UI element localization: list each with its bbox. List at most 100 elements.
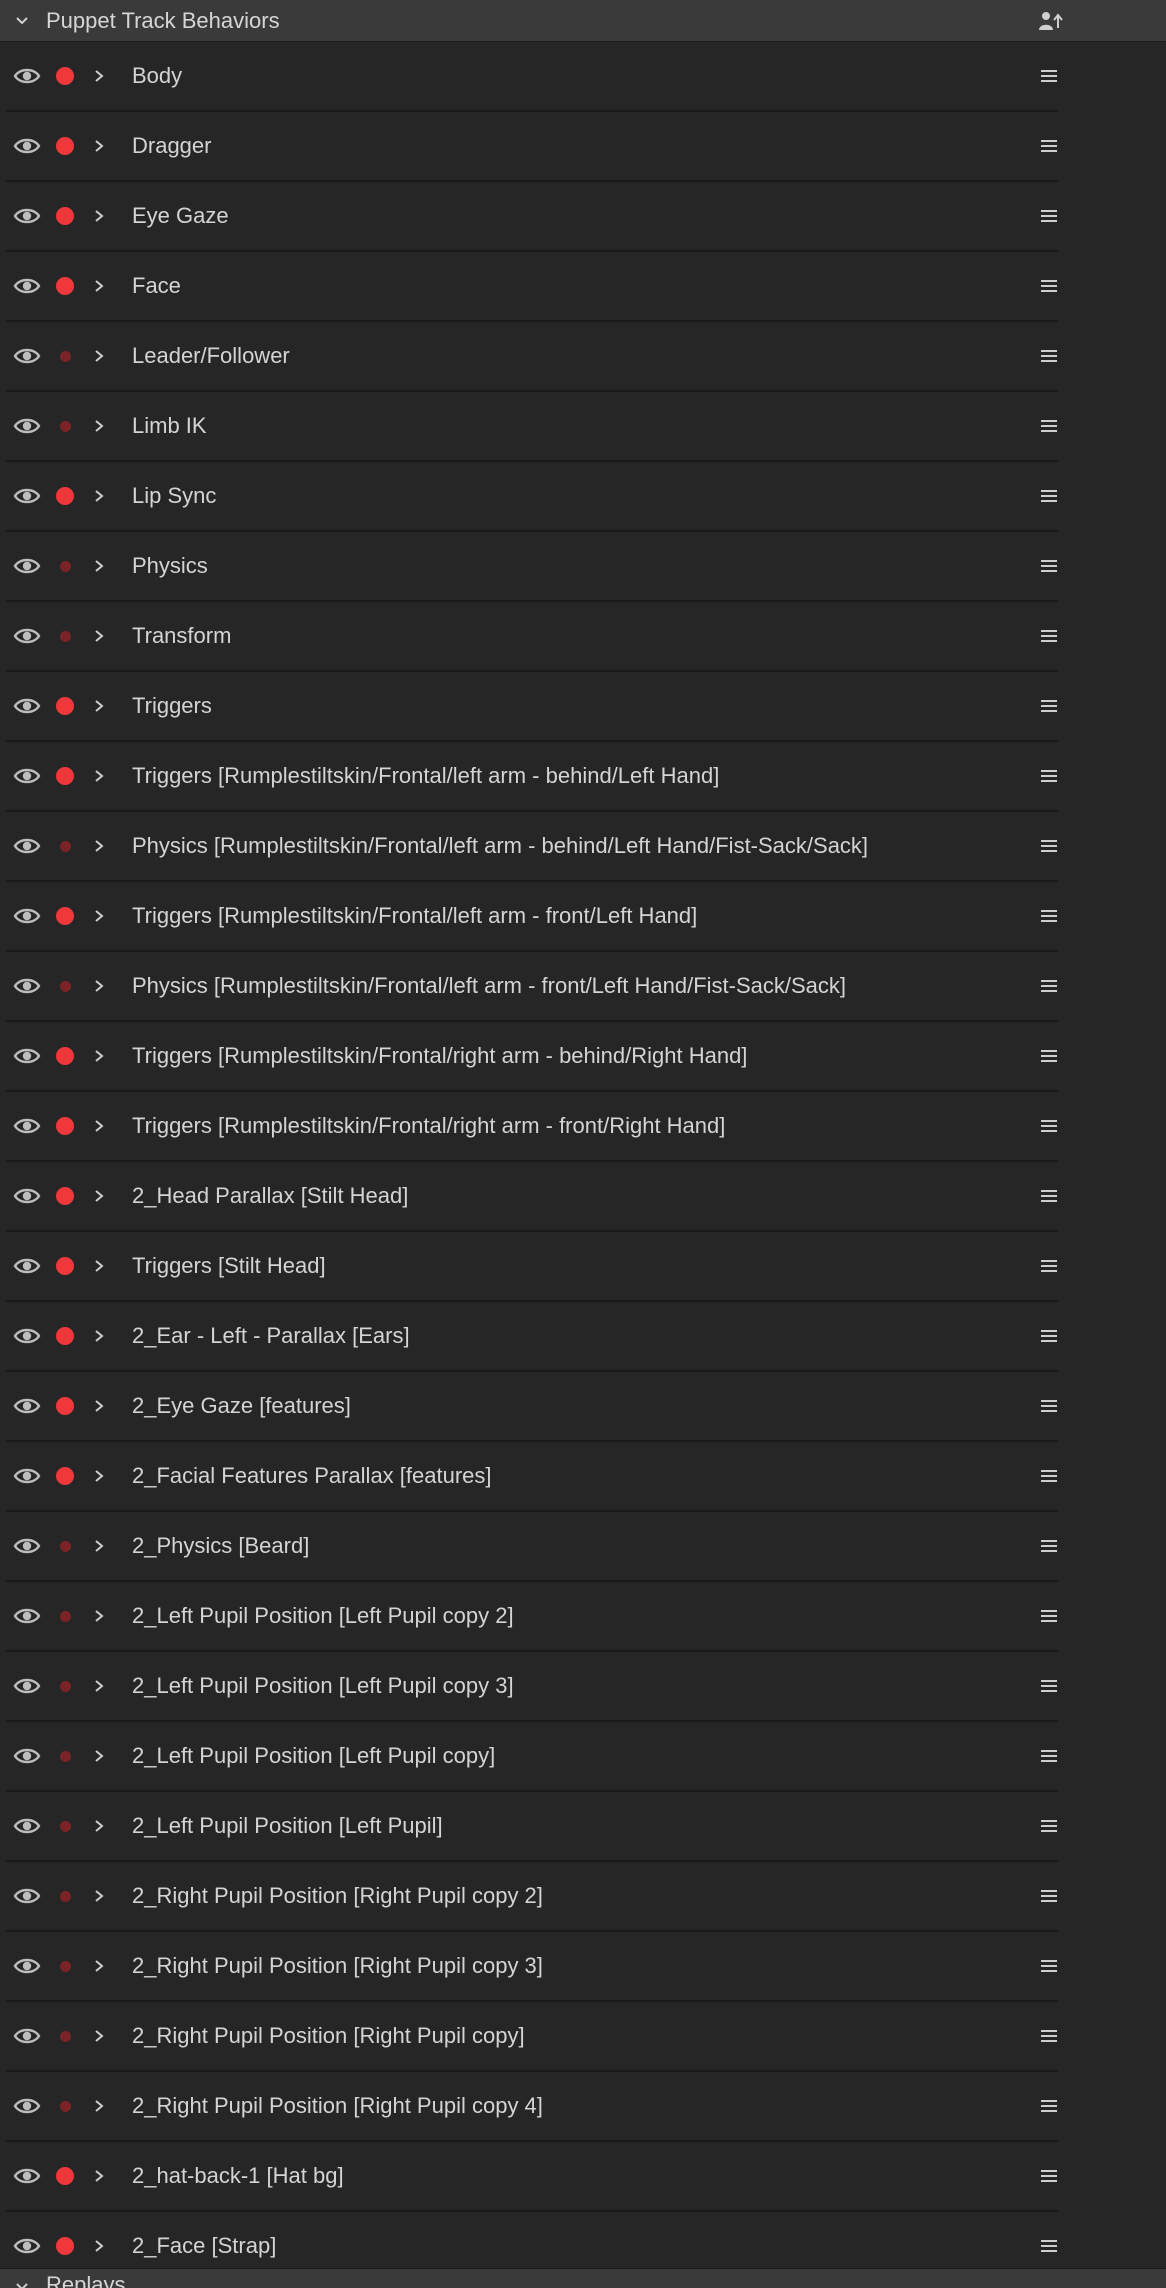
record-arm-icon[interactable] bbox=[56, 1047, 74, 1065]
menu-icon[interactable] bbox=[1040, 68, 1058, 84]
chevron-right-icon[interactable] bbox=[92, 1816, 106, 1836]
puppet-upload-icon[interactable] bbox=[1036, 8, 1064, 36]
behavior-row[interactable]: 2_Right Pupil Position [Right Pupil copy… bbox=[6, 2072, 1058, 2142]
menu-icon[interactable] bbox=[1040, 2028, 1058, 2044]
menu-icon[interactable] bbox=[1040, 2168, 1058, 2184]
eye-icon[interactable] bbox=[13, 1815, 41, 1837]
chevron-right-icon[interactable] bbox=[92, 2166, 106, 2186]
chevron-right-icon[interactable] bbox=[92, 836, 106, 856]
chevron-right-icon[interactable] bbox=[92, 136, 106, 156]
chevron-right-icon[interactable] bbox=[92, 1396, 106, 1416]
behavior-row[interactable]: Triggers [Rumplestiltskin/Frontal/left a… bbox=[6, 742, 1058, 812]
eye-icon[interactable] bbox=[13, 695, 41, 717]
record-arm-icon[interactable] bbox=[60, 1891, 71, 1902]
behavior-row[interactable]: 2_Left Pupil Position [Left Pupil copy 2… bbox=[6, 1582, 1058, 1652]
chevron-right-icon[interactable] bbox=[92, 486, 106, 506]
menu-icon[interactable] bbox=[1040, 1958, 1058, 1974]
behavior-row[interactable]: Leader/Follower bbox=[6, 322, 1058, 392]
eye-icon[interactable] bbox=[13, 135, 41, 157]
eye-icon[interactable] bbox=[13, 1675, 41, 1697]
behavior-row[interactable]: Physics bbox=[6, 532, 1058, 602]
eye-icon[interactable] bbox=[13, 275, 41, 297]
menu-icon[interactable] bbox=[1040, 1118, 1058, 1134]
record-arm-icon[interactable] bbox=[60, 421, 71, 432]
behavior-row[interactable]: Lip Sync bbox=[6, 462, 1058, 532]
record-arm-icon[interactable] bbox=[60, 631, 71, 642]
menu-icon[interactable] bbox=[1040, 1398, 1058, 1414]
record-arm-icon[interactable] bbox=[60, 1821, 71, 1832]
record-arm-icon[interactable] bbox=[56, 277, 74, 295]
record-arm-icon[interactable] bbox=[60, 841, 71, 852]
behavior-row[interactable]: 2_Right Pupil Position [Right Pupil copy… bbox=[6, 1932, 1058, 2002]
chevron-right-icon[interactable] bbox=[92, 1116, 106, 1136]
chevron-right-icon[interactable] bbox=[92, 1046, 106, 1066]
chevron-right-icon[interactable] bbox=[92, 1606, 106, 1626]
record-arm-icon[interactable] bbox=[56, 1467, 74, 1485]
chevron-right-icon[interactable] bbox=[92, 2236, 106, 2256]
behavior-row[interactable]: Triggers [Stilt Head] bbox=[6, 1232, 1058, 1302]
record-arm-icon[interactable] bbox=[56, 767, 74, 785]
record-arm-icon[interactable] bbox=[56, 487, 74, 505]
eye-icon[interactable] bbox=[13, 1255, 41, 1277]
menu-icon[interactable] bbox=[1040, 908, 1058, 924]
eye-icon[interactable] bbox=[13, 2095, 41, 2117]
eye-icon[interactable] bbox=[13, 555, 41, 577]
menu-icon[interactable] bbox=[1040, 488, 1058, 504]
record-arm-icon[interactable] bbox=[56, 1397, 74, 1415]
eye-icon[interactable] bbox=[13, 1605, 41, 1627]
behavior-row[interactable]: Face bbox=[6, 252, 1058, 322]
eye-icon[interactable] bbox=[13, 1465, 41, 1487]
behavior-row[interactable]: Limb IK bbox=[6, 392, 1058, 462]
behavior-row[interactable]: 2_Ear - Left - Parallax [Ears] bbox=[6, 1302, 1058, 1372]
eye-icon[interactable] bbox=[13, 1955, 41, 1977]
behavior-row[interactable]: Triggers bbox=[6, 672, 1058, 742]
behavior-row[interactable]: Triggers [Rumplestiltskin/Frontal/left a… bbox=[6, 882, 1058, 952]
eye-icon[interactable] bbox=[13, 415, 41, 437]
menu-icon[interactable] bbox=[1040, 768, 1058, 784]
record-arm-icon[interactable] bbox=[56, 207, 74, 225]
record-arm-icon[interactable] bbox=[56, 1257, 74, 1275]
chevron-right-icon[interactable] bbox=[92, 66, 106, 86]
menu-icon[interactable] bbox=[1040, 838, 1058, 854]
menu-icon[interactable] bbox=[1040, 138, 1058, 154]
chevron-right-icon[interactable] bbox=[92, 1536, 106, 1556]
chevron-right-icon[interactable] bbox=[92, 2096, 106, 2116]
chevron-right-icon[interactable] bbox=[92, 206, 106, 226]
chevron-right-icon[interactable] bbox=[92, 626, 106, 646]
eye-icon[interactable] bbox=[13, 1185, 41, 1207]
menu-icon[interactable] bbox=[1040, 278, 1058, 294]
behavior-row[interactable]: 2_Eye Gaze [features] bbox=[6, 1372, 1058, 1442]
chevron-right-icon[interactable] bbox=[92, 346, 106, 366]
behavior-row[interactable]: Dragger bbox=[6, 112, 1058, 182]
eye-icon[interactable] bbox=[13, 1325, 41, 1347]
chevron-right-icon[interactable] bbox=[92, 906, 106, 926]
chevron-down-icon[interactable] bbox=[12, 2277, 32, 2288]
behavior-row[interactable]: Triggers [Rumplestiltskin/Frontal/right … bbox=[6, 1092, 1058, 1162]
behavior-row[interactable]: 2_Head Parallax [Stilt Head] bbox=[6, 1162, 1058, 1232]
menu-icon[interactable] bbox=[1040, 698, 1058, 714]
behavior-row[interactable]: 2_Left Pupil Position [Left Pupil copy 3… bbox=[6, 1652, 1058, 1722]
record-arm-icon[interactable] bbox=[56, 697, 74, 715]
chevron-right-icon[interactable] bbox=[92, 276, 106, 296]
menu-icon[interactable] bbox=[1040, 348, 1058, 364]
eye-icon[interactable] bbox=[13, 975, 41, 997]
record-arm-icon[interactable] bbox=[60, 1611, 71, 1622]
record-arm-icon[interactable] bbox=[60, 1751, 71, 1762]
chevron-right-icon[interactable] bbox=[92, 766, 106, 786]
eye-icon[interactable] bbox=[13, 835, 41, 857]
menu-icon[interactable] bbox=[1040, 1608, 1058, 1624]
menu-icon[interactable] bbox=[1040, 628, 1058, 644]
menu-icon[interactable] bbox=[1040, 978, 1058, 994]
chevron-right-icon[interactable] bbox=[92, 1186, 106, 1206]
record-arm-icon[interactable] bbox=[60, 561, 71, 572]
menu-icon[interactable] bbox=[1040, 1048, 1058, 1064]
menu-icon[interactable] bbox=[1040, 1748, 1058, 1764]
record-arm-icon[interactable] bbox=[60, 1961, 71, 1972]
record-arm-icon[interactable] bbox=[56, 137, 74, 155]
eye-icon[interactable] bbox=[13, 765, 41, 787]
record-arm-icon[interactable] bbox=[56, 67, 74, 85]
eye-icon[interactable] bbox=[13, 485, 41, 507]
eye-icon[interactable] bbox=[13, 1745, 41, 1767]
chevron-right-icon[interactable] bbox=[92, 1956, 106, 1976]
behavior-row[interactable]: Physics [Rumplestiltskin/Frontal/left ar… bbox=[6, 812, 1058, 882]
